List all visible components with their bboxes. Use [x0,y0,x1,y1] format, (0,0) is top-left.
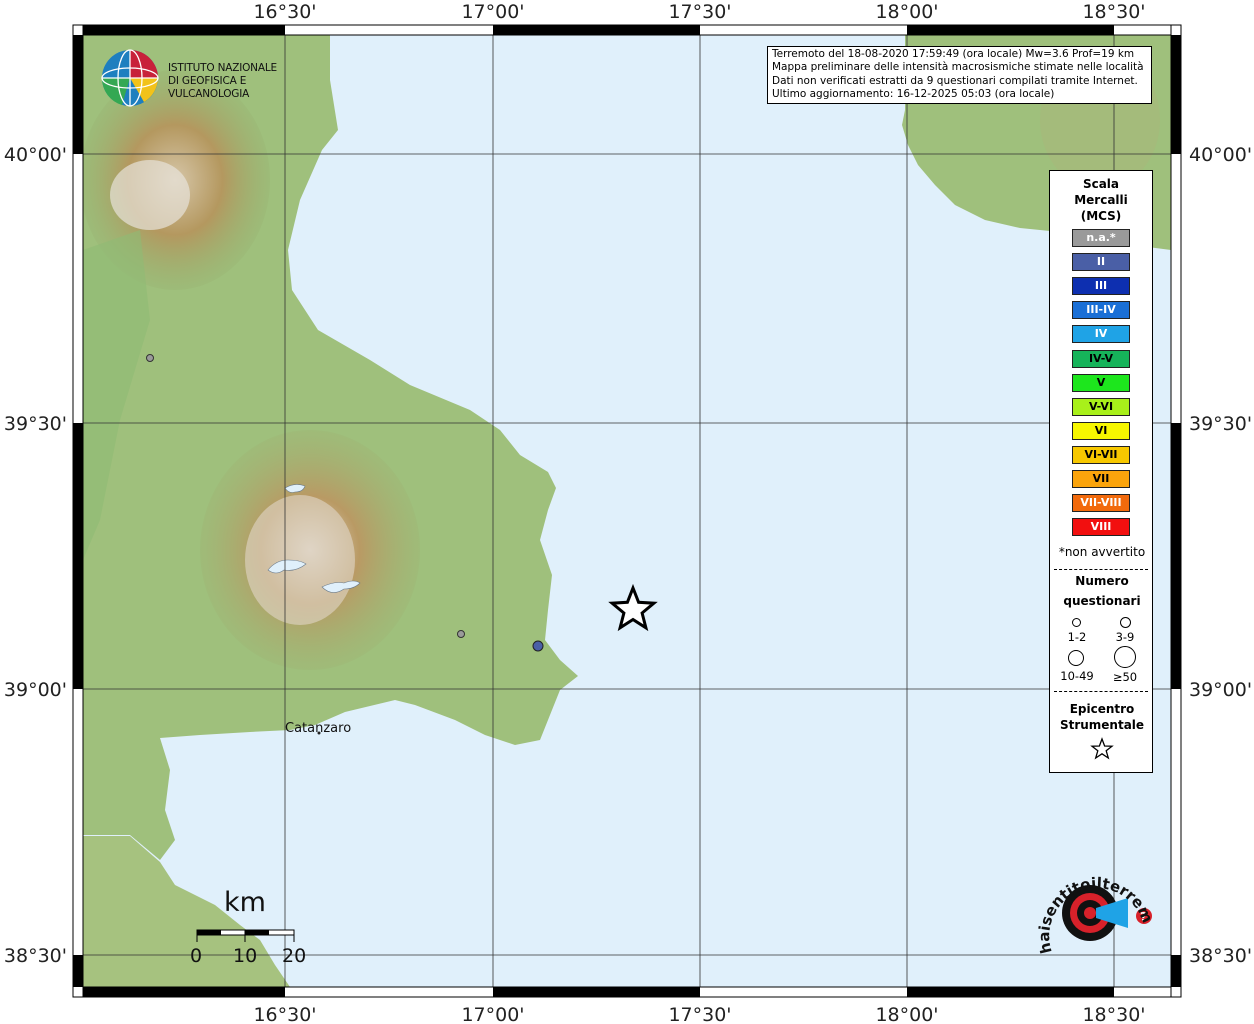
lat-label: 39°30' [4,413,67,435]
last-update: Ultimo aggiornamento: 16-12-2025 05:03 (… [772,88,1055,101]
lat-label: 38°30' [1189,945,1252,967]
ingv-line1: ISTITUTO NAZIONALE [168,62,277,74]
count-label: 3-9 [1115,630,1135,644]
scale-item: n.a.* [1072,229,1130,247]
lon-label: 17°00' [461,1,524,23]
legend-scale-title: Scala Mercalli (MCS) [1074,177,1128,223]
scale-item: VII-VIII [1072,494,1130,513]
not-felt-note: *non avvertito [1058,545,1146,559]
count-label: 10-49 [1060,669,1094,683]
lon-label: 17°30' [668,1004,731,1024]
scale-item: II [1072,253,1130,272]
count-label: 1-2 [1067,630,1087,644]
scale-item: IV-V [1072,349,1130,368]
count-circle-large [1068,650,1084,666]
scale-item: VII [1072,470,1130,488]
count-circle-xlarge [1114,646,1136,668]
lat-label: 39°30' [1189,413,1252,435]
lat-label: 39°00' [4,679,67,701]
lat-label: 40°00' [1189,144,1252,166]
lon-labels-bottom: 16°30' 17°00' 17°30' 18°00' 18°30' [253,1004,1145,1024]
observation-point[interactable] [146,354,154,362]
event-info-box: Terremoto del 18-08-2020 17:59:49 (ora l… [767,46,1152,104]
lat-labels-right: 40°00' 39°30' 39°00' 38°30' [1189,144,1252,967]
count-circle-small [1072,618,1081,627]
lat-label: 38°30' [4,945,67,967]
map-description: Mappa preliminare delle intensità macros… [772,61,1144,74]
scale-item: IV [1072,325,1130,344]
count-label: ≥50 [1112,670,1138,684]
epicenter-star-icon [1090,737,1114,760]
scale-tick-label: 20 [282,945,307,967]
scale-unit: km [224,887,266,918]
scale-item: III [1072,277,1130,296]
ingv-line2: DI GEOFISICA E VULCANOLOGIA [168,75,250,100]
lon-label: 18°00' [875,1004,938,1024]
scale-item: V-VI [1072,397,1130,416]
legend: Scala Mercalli (MCS) n.a.* II III III-IV IV I… [1049,170,1153,773]
scale-tick-label: 0 [190,945,203,967]
haisentito-logo-icon: ? haisentitoilterremoto.it [1025,846,1157,955]
lon-labels-top: 16°30' 17°00' 17°30' 18°00' 18°30' [253,1,1145,23]
legend-divider [1054,691,1148,692]
scale-item: VI-VII [1072,445,1130,464]
scale-item: VIII [1072,518,1130,537]
ingv-logo: ISTITUTO NAZIONALE DI GEOFISICA E VULCAN… [100,48,320,108]
scale-item: V [1072,373,1130,392]
lon-label: 18°30' [1082,1004,1145,1024]
ingv-globe-icon [101,49,159,107]
sila-top [245,495,355,625]
scale-item: III-IV [1072,301,1130,320]
scale-item: VI [1072,421,1130,440]
data-note: Dati non verificati estratti da 9 questi… [772,74,1138,87]
epicenter-title: Epicentro Strumentale [1059,702,1145,732]
lat-labels-left: 40°00' 39°30' 39°00' 38°30' [4,144,67,967]
observation-point[interactable] [457,630,465,638]
lon-label: 18°00' [875,1,938,23]
city-label-catanzaro: Catanzaro [285,721,352,736]
event-title: Terremoto del 18-08-2020 17:59:49 (ora l… [772,48,1135,60]
lat-label: 39°00' [1189,679,1252,701]
observation-point[interactable] [532,640,544,652]
count-circle-medium [1120,617,1131,628]
pollino-peak [110,160,190,230]
lon-label: 17°00' [461,1004,524,1024]
scale-tick-label: 10 [233,945,258,967]
lat-label: 40°00' [4,144,67,166]
lon-label: 17°30' [668,1,731,23]
legend-divider [1054,569,1148,570]
lon-label: 16°30' [253,1,316,23]
count-title: Numero questionari [1063,574,1141,608]
lon-label: 16°30' [253,1004,316,1024]
haisentito-logo[interactable]: ? haisentitoilterremoto.it [1025,846,1165,970]
lon-label: 18°30' [1082,1,1145,23]
